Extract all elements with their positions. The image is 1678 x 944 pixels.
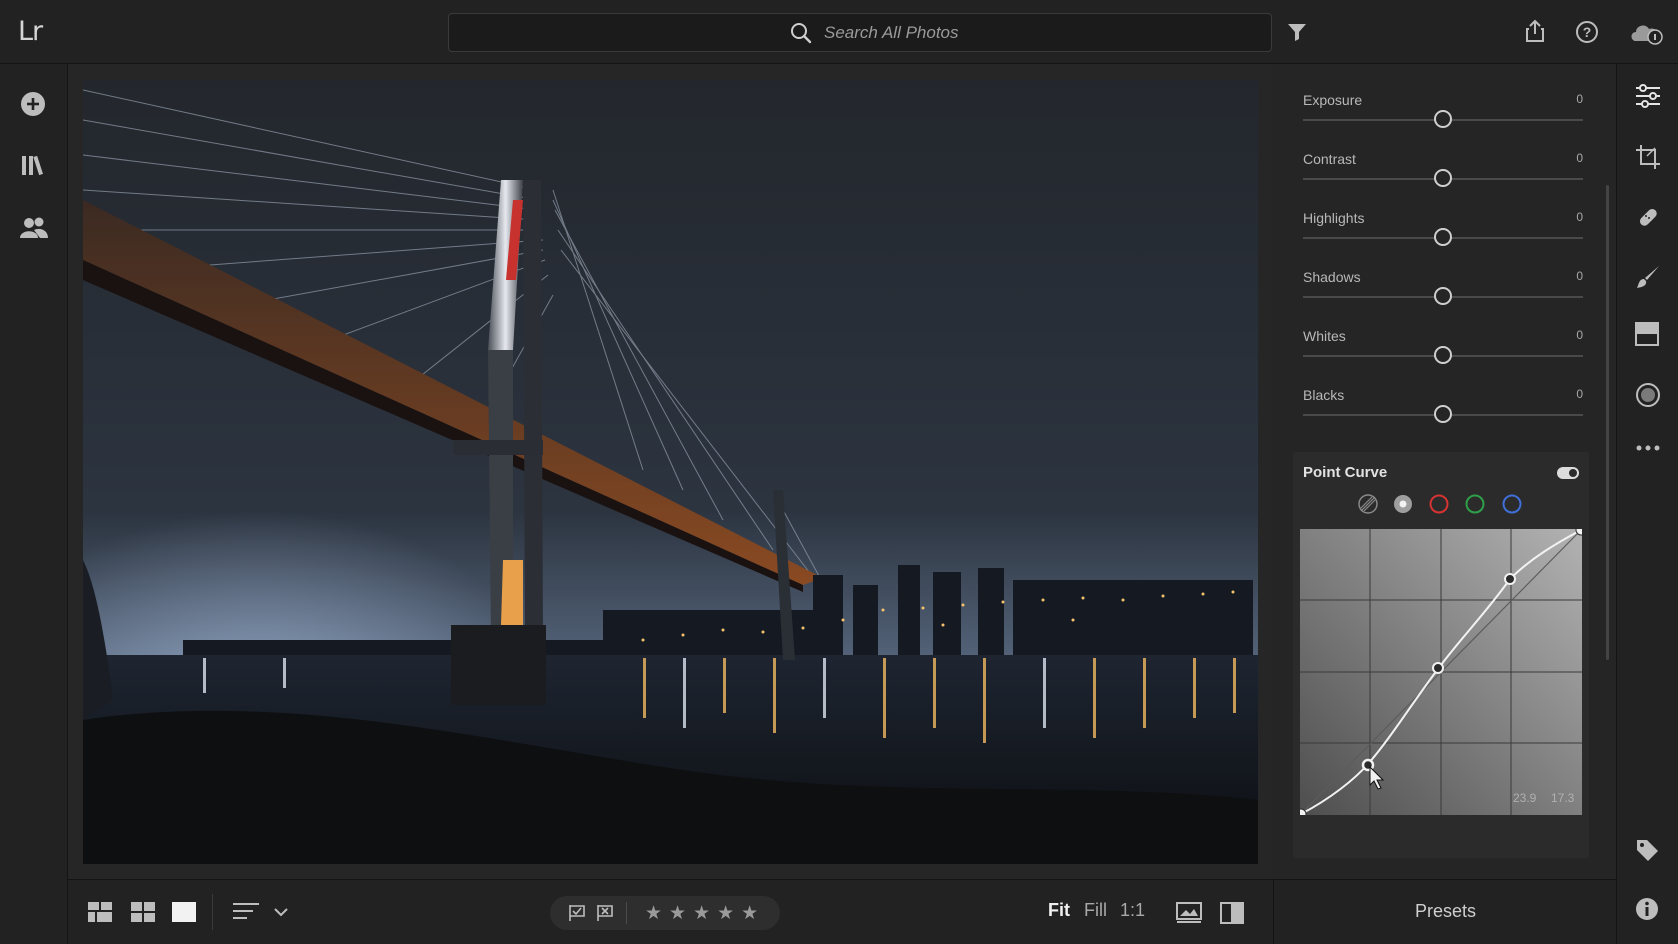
slider-thumb[interactable] xyxy=(1434,287,1452,305)
compare-split-icon[interactable] xyxy=(1220,902,1244,929)
point-curve-panel: Point Curve 23.9 17.3 xyxy=(1293,452,1589,858)
sort-icon[interactable] xyxy=(233,902,261,927)
whites-slider[interactable]: Whites 0 xyxy=(1303,328,1583,378)
point-curve-title: Point Curve xyxy=(1303,464,1388,481)
left-rail xyxy=(0,64,68,944)
slider-value[interactable]: 0 xyxy=(1576,387,1583,401)
linear-gradient-icon[interactable] xyxy=(1635,322,1659,351)
filter-icon[interactable] xyxy=(1287,22,1307,47)
red-channel-icon[interactable] xyxy=(1429,494,1449,514)
slider-thumb[interactable] xyxy=(1434,228,1452,246)
zoom-1to1-button[interactable]: 1:1 xyxy=(1120,900,1145,921)
star-rating[interactable]: ★★★★★ xyxy=(645,902,765,925)
square-grid-icon[interactable] xyxy=(88,902,112,927)
slider-thumb[interactable] xyxy=(1434,110,1452,128)
highlights-slider[interactable]: Highlights 0 xyxy=(1303,210,1583,260)
crop-icon[interactable] xyxy=(1635,144,1661,175)
chevron-down-icon[interactable] xyxy=(274,904,288,922)
curve-input-value: 23.9 xyxy=(1513,791,1537,805)
rgb-channel-icon[interactable] xyxy=(1393,494,1413,514)
photo-canvas xyxy=(68,64,1273,879)
share-icon[interactable] xyxy=(1524,19,1546,48)
svg-text:?: ? xyxy=(1583,24,1592,40)
edit-panel: Exposure 0 Contrast 0 Highlights 0 Shado… xyxy=(1273,64,1616,879)
detail-view-icon[interactable] xyxy=(172,902,196,927)
grid-view-icon[interactable] xyxy=(131,902,155,927)
cloud-sync-icon[interactable] xyxy=(1628,19,1664,50)
add-photos-icon[interactable] xyxy=(20,91,46,122)
top-bar: Lr ? xyxy=(0,0,1678,64)
flag-pick-icon[interactable] xyxy=(568,904,586,927)
search-input[interactable] xyxy=(824,22,1124,44)
search-bar[interactable] xyxy=(448,13,1272,52)
slider-thumb[interactable] xyxy=(1434,169,1452,187)
lightroom-window: Lr ? xyxy=(0,0,1678,944)
flag-reject-icon[interactable] xyxy=(596,904,614,927)
panel-scrollbar[interactable] xyxy=(1606,185,1609,660)
slider-label: Contrast xyxy=(1303,151,1356,167)
right-rail xyxy=(1616,64,1678,944)
edit-sliders-icon[interactable] xyxy=(1635,84,1661,113)
bottom-toolbar: ★★★★★ Fit Fill 1:1 xyxy=(68,879,1273,944)
divider xyxy=(212,894,213,930)
more-options-icon[interactable] xyxy=(1635,440,1661,458)
people-icon[interactable] xyxy=(20,216,48,245)
bridge-night-photo[interactable] xyxy=(83,80,1258,864)
slider-thumb[interactable] xyxy=(1434,405,1452,423)
slider-thumb[interactable] xyxy=(1434,346,1452,364)
presets-bar: Presets xyxy=(1273,879,1616,944)
slider-label: Whites xyxy=(1303,328,1346,344)
slider-value[interactable]: 0 xyxy=(1576,151,1583,165)
radial-gradient-icon[interactable] xyxy=(1635,382,1661,413)
slider-label: Highlights xyxy=(1303,210,1365,226)
slider-label: Shadows xyxy=(1303,269,1361,285)
library-icon[interactable] xyxy=(20,152,46,183)
parametric-curve-icon[interactable] xyxy=(1358,494,1378,514)
healing-brush-icon[interactable] xyxy=(1635,204,1661,235)
app-logo: Lr xyxy=(18,16,43,47)
point-curve-toggle[interactable] xyxy=(1557,467,1579,479)
slider-value[interactable]: 0 xyxy=(1576,328,1583,342)
help-icon[interactable]: ? xyxy=(1575,20,1599,49)
slider-value[interactable]: 0 xyxy=(1576,92,1583,106)
zoom-fit-button[interactable]: Fit xyxy=(1048,900,1070,921)
contrast-slider[interactable]: Contrast 0 xyxy=(1303,151,1583,201)
keyword-tag-icon[interactable] xyxy=(1635,838,1659,867)
curve-output-value: 17.3 xyxy=(1551,791,1575,805)
brush-icon[interactable] xyxy=(1635,264,1661,295)
blue-channel-icon[interactable] xyxy=(1502,494,1522,514)
info-icon[interactable] xyxy=(1635,897,1659,926)
presets-button[interactable]: Presets xyxy=(1274,901,1617,922)
search-icon xyxy=(789,21,813,50)
slider-label: Blacks xyxy=(1303,387,1345,403)
slider-label: Exposure xyxy=(1303,92,1363,108)
exposure-slider[interactable]: Exposure 0 xyxy=(1303,92,1583,142)
slider-value[interactable]: 0 xyxy=(1576,210,1583,224)
tone-curve-graph[interactable]: 23.9 17.3 xyxy=(1295,524,1587,820)
green-channel-icon[interactable] xyxy=(1465,494,1485,514)
rating-flag-bar: ★★★★★ xyxy=(550,896,780,930)
blacks-slider[interactable]: Blacks 0 xyxy=(1303,387,1583,437)
slider-value[interactable]: 0 xyxy=(1576,269,1583,283)
shadows-slider[interactable]: Shadows 0 xyxy=(1303,269,1583,319)
divider xyxy=(626,902,627,924)
zoom-fill-button[interactable]: Fill xyxy=(1084,900,1107,921)
before-after-icon[interactable] xyxy=(1176,902,1202,929)
